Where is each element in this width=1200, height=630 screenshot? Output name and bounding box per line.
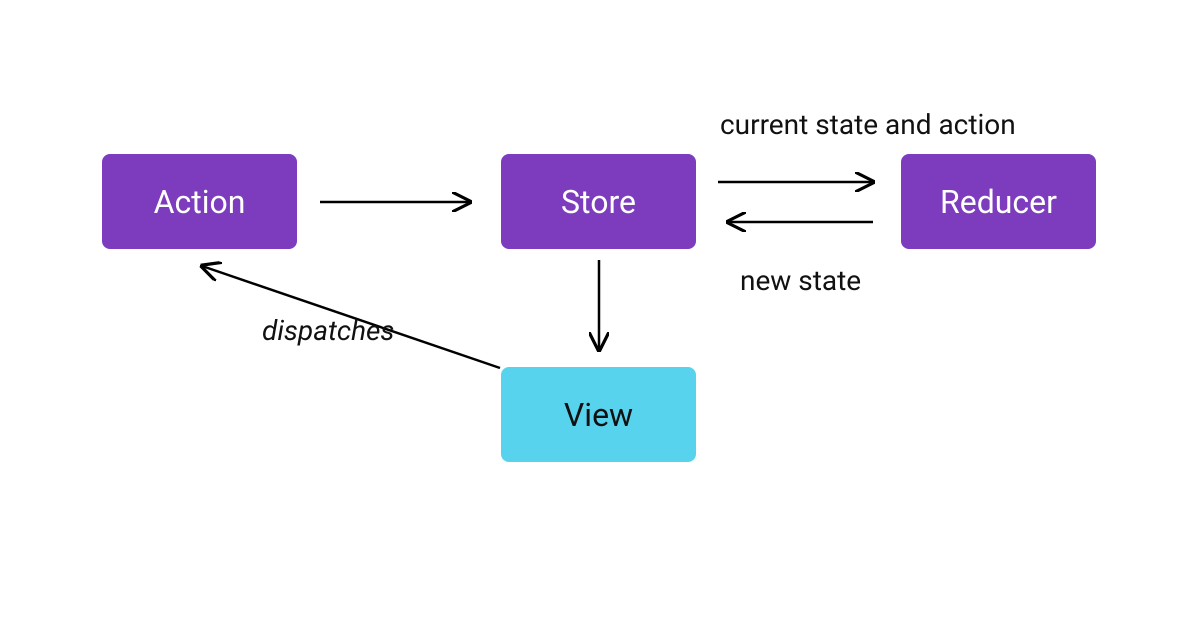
arrow-reducer-to-store	[718, 212, 883, 232]
node-reducer-label: Reducer	[940, 183, 1057, 221]
node-store-label: Store	[561, 183, 636, 221]
node-reducer: Reducer	[901, 154, 1096, 249]
node-action-label: Action	[154, 183, 246, 221]
arrow-action-to-store	[320, 192, 480, 212]
label-current-state-and-action: current state and action	[720, 108, 1016, 141]
label-dispatches: dispatches	[262, 314, 394, 347]
node-action: Action	[102, 154, 297, 249]
node-view-label: View	[564, 396, 633, 434]
node-view: View	[501, 367, 696, 462]
node-store: Store	[501, 154, 696, 249]
arrow-store-to-reducer	[718, 172, 883, 192]
arrow-store-to-view	[589, 260, 609, 360]
label-new-state: new state	[740, 264, 861, 297]
